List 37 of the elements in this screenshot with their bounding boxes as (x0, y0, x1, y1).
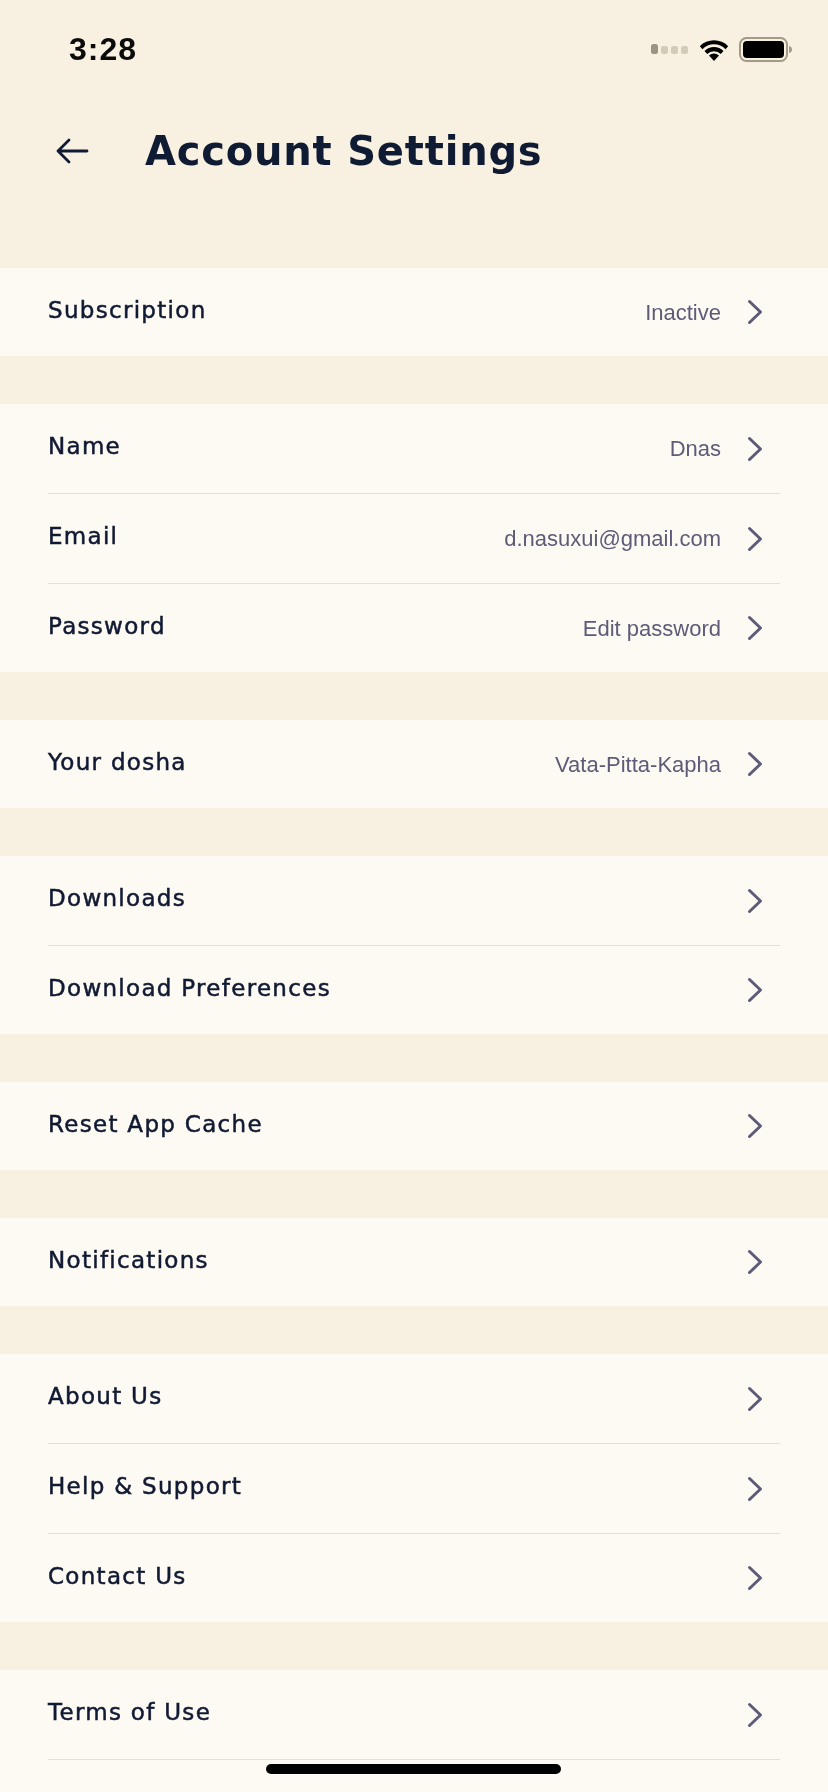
settings-row[interactable]: Downloads (48, 856, 780, 946)
chevron-right-icon (747, 299, 763, 325)
row-value: Vata-Pitta-Kapha (555, 750, 721, 779)
settings-row[interactable]: Help & Support (48, 1444, 780, 1534)
chevron-right-icon (747, 615, 763, 641)
settings-row[interactable]: Notifications (48, 1218, 780, 1306)
row-value: Inactive (645, 298, 721, 327)
battery-icon (739, 36, 792, 62)
chevron-right-icon (747, 751, 763, 777)
page-title: Account Settings (145, 127, 543, 175)
chevron-right-icon (747, 1565, 763, 1591)
settings-row[interactable]: Reset App Cache (48, 1082, 780, 1170)
status-time: 3:28 (69, 33, 138, 65)
chevron-right-icon (747, 1475, 763, 1502)
row-value: d.nasuxui@gmail.com (504, 525, 721, 553)
settings-row[interactable]: Email d.nasuxui@gmail.com (48, 494, 780, 584)
settings-row[interactable]: Password Edit password (48, 584, 780, 672)
chevron-right-icon (747, 1113, 763, 1139)
settings-row[interactable]: Name Dnas (48, 404, 780, 494)
chevron-right-icon (747, 1385, 763, 1412)
row-value: Dnas (669, 435, 721, 463)
settings-row[interactable]: Contact Us (48, 1534, 780, 1622)
chevron-right-icon (747, 977, 763, 1003)
settings-row[interactable]: About Us (48, 1354, 780, 1444)
chevron-right-icon (747, 435, 763, 462)
chevron-right-icon (747, 887, 763, 914)
chevron-right-icon (747, 1701, 763, 1728)
settings-row[interactable]: Your dosha Vata-Pitta-Kapha (48, 720, 780, 808)
signal-icon (651, 44, 688, 54)
settings-row[interactable]: Terms of Use (48, 1670, 780, 1760)
chevron-right-icon (747, 1249, 763, 1275)
wifi-icon (698, 37, 730, 61)
settings-row[interactable]: Subscription Inactive (48, 268, 780, 356)
row-value: Edit password (582, 614, 721, 643)
chevron-right-icon (747, 525, 763, 552)
settings-row[interactable]: Download Preferences (48, 946, 780, 1034)
arrow-left-icon (55, 138, 89, 164)
